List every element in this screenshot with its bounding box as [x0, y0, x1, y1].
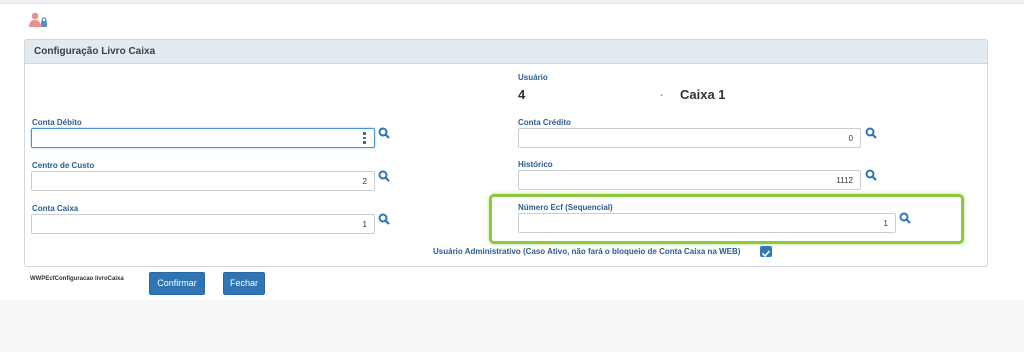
search-icon[interactable]	[378, 170, 390, 182]
search-icon[interactable]	[865, 127, 877, 139]
historico-input[interactable]: 1112	[518, 170, 861, 190]
check-icon	[761, 250, 771, 258]
centro-custo-label: Centro de Custo	[32, 161, 95, 170]
spinner-icon[interactable]	[363, 131, 366, 145]
historico-label: Histórico	[518, 160, 553, 169]
usuario-separator: -	[660, 90, 664, 101]
top-bar	[0, 0, 1024, 4]
numero-ecf-input[interactable]: 1	[518, 213, 896, 233]
usuario-id: 4	[518, 87, 526, 102]
conta-debito-input[interactable]	[31, 128, 375, 148]
close-button[interactable]: Fechar	[223, 272, 265, 295]
confirm-button[interactable]: Confirmar	[149, 272, 205, 295]
usuario-label: Usuário	[518, 73, 548, 82]
program-name: WWPEcfConfiguracao livroCaixa	[30, 276, 124, 282]
search-icon[interactable]	[378, 127, 390, 139]
footer-area	[0, 300, 1024, 352]
conta-debito-label: Conta Débito	[32, 118, 82, 127]
user-lock-icon	[29, 12, 47, 27]
panel-title: Configuração Livro Caixa	[25, 40, 987, 64]
search-icon[interactable]	[378, 213, 390, 225]
usuario-name: Caixa 1	[680, 87, 726, 102]
conta-caixa-input[interactable]: 1	[31, 214, 375, 234]
conta-caixa-label: Conta Caixa	[32, 204, 79, 213]
conta-credito-input[interactable]: 0	[518, 128, 861, 148]
search-icon[interactable]	[865, 169, 877, 181]
search-icon[interactable]	[899, 212, 911, 224]
conta-credito-label: Conta Crédito	[518, 118, 571, 127]
admin-checkbox-label: Usuário Administrativo (Caso Ativo, não …	[433, 247, 741, 256]
centro-custo-input[interactable]: 2	[31, 171, 375, 191]
admin-checkbox[interactable]	[760, 246, 772, 258]
numero-ecf-label: Número Ecf (Sequencial)	[518, 203, 613, 212]
